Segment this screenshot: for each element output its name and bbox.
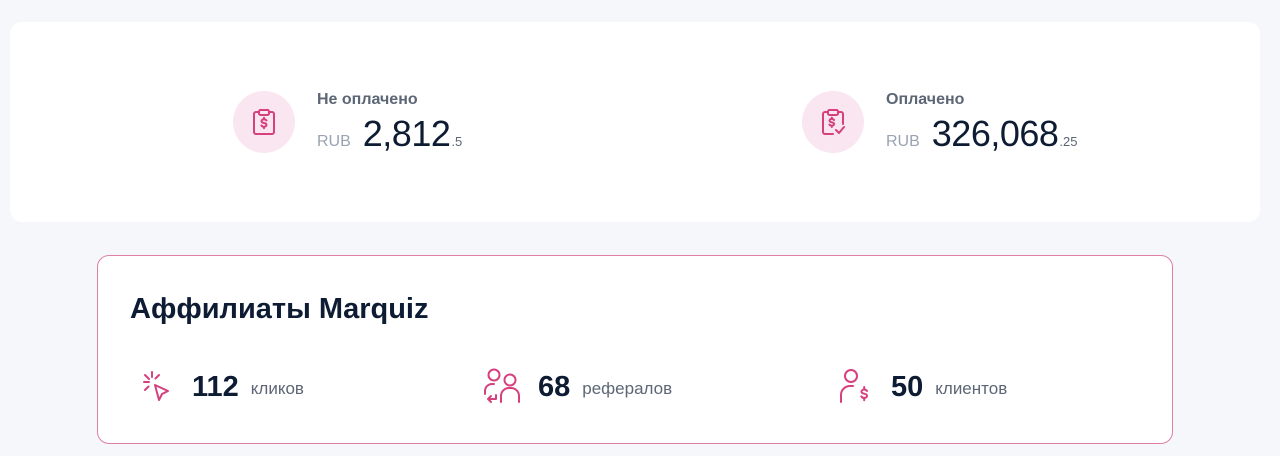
referrals-metric: 68 рефералов — [482, 364, 672, 410]
affiliates-card: Аффилиаты Marquiz 112 кликов 68 реферало… — [97, 255, 1173, 444]
paid-amount: RUB 326,068 .25 — [886, 114, 1078, 154]
clicks-value: 112 — [192, 370, 239, 403]
clicks-metric: 112 кликов — [136, 364, 304, 410]
clicks-label: кликов — [250, 379, 304, 398]
paid-amount-integer: 326,068 — [931, 113, 1059, 154]
referrals-label: рефералов — [582, 379, 673, 398]
unpaid-currency: RUB — [317, 133, 351, 150]
referrals-value: 68 — [538, 370, 571, 403]
paid-label: Оплачено — [886, 91, 965, 108]
paid-icon-circle — [802, 91, 864, 153]
clients-value: 50 — [891, 370, 924, 403]
unpaid-stat: Не оплачено RUB 2,812 .5 — [233, 90, 462, 154]
unpaid-amount: RUB 2,812 .5 — [317, 114, 462, 154]
unpaid-amount-fraction: .5 — [451, 134, 463, 149]
user-dollar-icon — [840, 369, 868, 403]
clipboard-check-icon — [822, 109, 845, 135]
unpaid-label: Не оплачено — [317, 91, 418, 108]
users-icon — [484, 368, 520, 403]
clients-metric: 50 клиентов — [835, 364, 1007, 410]
affiliates-title: Аффилиаты Marquiz — [130, 293, 429, 325]
paid-amount-fraction: .25 — [1059, 134, 1078, 149]
paid-stat: Оплачено RUB 326,068 .25 — [802, 90, 1078, 154]
unpaid-icon-circle — [233, 91, 295, 153]
clients-label: клиентов — [935, 379, 1008, 398]
unpaid-amount-integer: 2,812 — [362, 113, 451, 154]
cursor-click-icon — [143, 371, 169, 401]
paid-currency: RUB — [886, 133, 920, 150]
clipboard-dollar-icon — [253, 109, 275, 135]
balance-card: Не оплачено RUB 2,812 .5 Оплачено RUB 32… — [10, 22, 1260, 222]
